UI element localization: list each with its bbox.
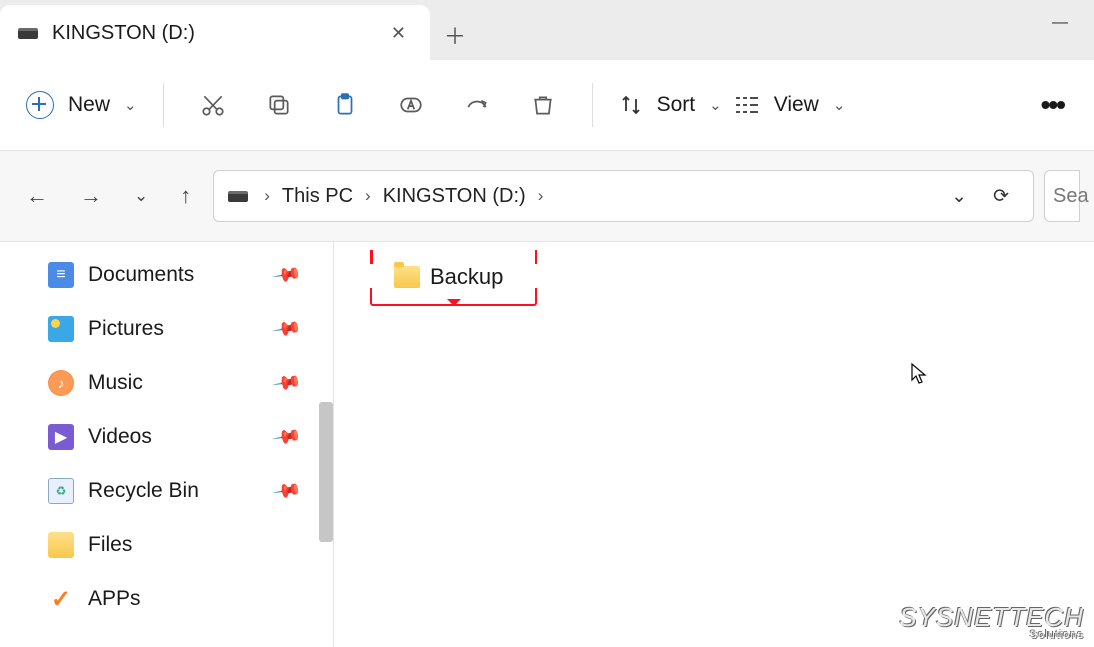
sidebar-item-label: Files	[88, 533, 132, 557]
clipboard-group	[186, 81, 570, 129]
annotation-bracket	[370, 250, 373, 264]
view-label: View	[774, 93, 819, 117]
body: ≡ Documents 📌 Pictures 📌 Music 📌 ▶ Video…	[0, 242, 1094, 647]
sidebar-item-label: Documents	[88, 263, 194, 287]
recent-dropdown[interactable]: ⌄	[130, 182, 152, 210]
toolbar: New ⌄ Sort ⌄ View ⌄ •••	[0, 60, 1094, 150]
nav-controls: ← → ⌄ ↑	[14, 179, 203, 213]
folder-icon	[394, 266, 420, 288]
new-button[interactable]: New ⌄	[22, 85, 141, 125]
rename-icon[interactable]	[384, 81, 438, 129]
chevron-right-icon: ›	[258, 186, 276, 206]
window-controls: —	[1032, 6, 1088, 40]
search-placeholder: Sea	[1053, 185, 1089, 208]
content-area[interactable]: Backup	[334, 242, 1094, 647]
chevron-down-icon: ⌄	[124, 96, 137, 114]
sort-label: Sort	[657, 93, 696, 117]
folder-backup[interactable]: Backup	[394, 264, 503, 290]
watermark: SYSNETTECH Solutions	[899, 602, 1084, 641]
breadcrumb-this-pc[interactable]: This PC	[282, 185, 353, 208]
plus-circle-icon	[26, 91, 54, 119]
folder-icon	[48, 532, 74, 558]
sidebar-item-pictures[interactable]: Pictures 📌	[0, 302, 333, 356]
back-button[interactable]: ←	[22, 179, 52, 213]
breadcrumb-drive[interactable]: KINGSTON (D:)	[383, 185, 526, 208]
share-icon[interactable]	[450, 81, 504, 129]
search-input[interactable]: Sea	[1044, 170, 1080, 222]
divider	[592, 83, 593, 127]
sidebar: ≡ Documents 📌 Pictures 📌 Music 📌 ▶ Video…	[0, 242, 333, 647]
copy-icon[interactable]	[252, 81, 306, 129]
sort-icon	[619, 93, 643, 117]
forward-button[interactable]: →	[76, 179, 106, 213]
sort-button[interactable]: Sort ⌄	[615, 89, 726, 121]
new-label: New	[68, 93, 110, 117]
chevron-down-icon: ⌄	[709, 96, 722, 114]
cursor-icon	[910, 362, 928, 392]
pin-icon: 📌	[271, 312, 304, 345]
chevron-down-icon: ⌄	[833, 96, 846, 114]
up-button[interactable]: ↑	[176, 179, 195, 213]
sidebar-item-files[interactable]: Files	[0, 518, 333, 572]
annotation-bracket	[535, 250, 538, 264]
minimize-button[interactable]: —	[1032, 6, 1088, 40]
pin-icon: 📌	[271, 258, 304, 291]
sidebar-item-music[interactable]: Music 📌	[0, 356, 333, 410]
recycle-icon	[48, 478, 74, 504]
drive-icon	[228, 191, 248, 202]
more-button[interactable]: •••	[1033, 85, 1072, 125]
tab-title: KINGSTON (D:)	[52, 22, 385, 45]
check-icon: ✓	[48, 586, 74, 612]
sidebar-item-label: Pictures	[88, 317, 164, 341]
view-button[interactable]: View ⌄	[730, 89, 850, 121]
sidebar-item-label: APPs	[88, 587, 141, 611]
divider	[163, 83, 164, 127]
pin-icon: 📌	[271, 474, 304, 507]
view-icon	[734, 95, 760, 115]
pictures-icon	[48, 316, 74, 342]
document-icon: ≡	[48, 262, 74, 288]
close-tab-icon[interactable]: ✕	[385, 17, 412, 50]
address-bar[interactable]: › This PC › KINGSTON (D:) › ⌄ ⟳	[213, 170, 1034, 222]
pin-icon: 📌	[271, 366, 304, 399]
refresh-button[interactable]: ⟳	[983, 179, 1019, 214]
sidebar-item-recycle-bin[interactable]: Recycle Bin 📌	[0, 464, 333, 518]
new-tab-button[interactable]: ＋	[430, 10, 480, 60]
drive-icon	[18, 28, 38, 39]
titlebar: KINGSTON (D:) ✕ ＋ —	[0, 0, 1094, 60]
sidebar-item-label: Music	[88, 371, 143, 395]
delete-icon[interactable]	[516, 81, 570, 129]
chevron-right-icon: ›	[532, 186, 550, 206]
sidebar-scrollbar[interactable]	[319, 402, 333, 542]
paste-icon[interactable]	[318, 81, 372, 129]
folder-name: Backup	[430, 264, 503, 290]
sidebar-item-videos[interactable]: ▶ Videos 📌	[0, 410, 333, 464]
pin-icon: 📌	[271, 420, 304, 453]
sidebar-item-label: Videos	[88, 425, 152, 449]
videos-icon: ▶	[48, 424, 74, 450]
chevron-right-icon: ›	[359, 186, 377, 206]
music-icon	[48, 370, 74, 396]
annotation-bracket	[370, 288, 537, 306]
sidebar-item-documents[interactable]: ≡ Documents 📌	[0, 248, 333, 302]
cut-icon[interactable]	[186, 81, 240, 129]
sidebar-item-label: Recycle Bin	[88, 479, 199, 503]
address-dropdown[interactable]: ⌄	[941, 179, 977, 214]
navbar: ← → ⌄ ↑ › This PC › KINGSTON (D:) › ⌄ ⟳ …	[0, 150, 1094, 242]
watermark-brand: SYSNETTECH	[899, 602, 1084, 632]
tab-current[interactable]: KINGSTON (D:) ✕	[0, 5, 430, 61]
sidebar-item-apps[interactable]: ✓ APPs	[0, 572, 333, 626]
